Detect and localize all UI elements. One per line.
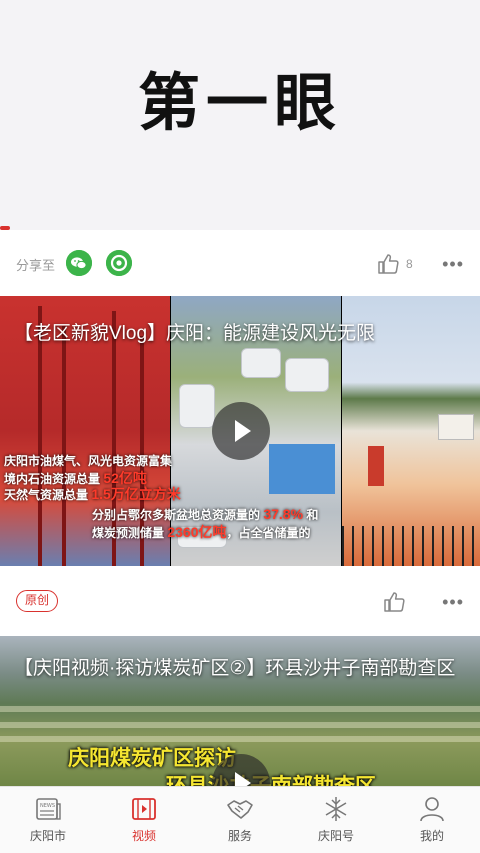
moments-share-button[interactable] [106, 250, 132, 276]
video-caption: 煤炭预测储量 2360亿吨，占全省储量的 [92, 524, 311, 540]
video-title: 【庆阳视频·探访煤炭矿区②】环县沙井子南部勘查区 [14, 658, 456, 679]
like-icon[interactable] [376, 252, 400, 276]
tab-label: 视频 [131, 829, 156, 843]
tab-qingyang-city[interactable]: NEWS 庆阳市 [0, 787, 96, 853]
svg-text:NEWS: NEWS [40, 803, 55, 809]
video-card-1[interactable]: 【老区新貌Vlog】庆阳：能源建设风光无限 庆阳市油煤气、风光电资源富集 境内石… [0, 296, 480, 566]
video-overlay-text: 庆阳煤炭矿区探访 [68, 747, 236, 770]
video-caption: 天然气资源总量 1.5万亿立方米 [4, 486, 181, 502]
video-card-2[interactable]: 【庆阳视频·探访煤炭矿区②】环县沙井子南部勘查区 庆阳煤炭矿区探访 环县沙井子南… [0, 636, 480, 786]
like-count: 8 [406, 257, 413, 271]
tab-service[interactable]: 服务 [192, 787, 288, 853]
tab-label: 庆阳号 [317, 829, 354, 843]
wechat-icon [66, 250, 92, 276]
moments-icon [106, 250, 132, 276]
tab-label: 庆阳市 [29, 829, 66, 843]
video-overlay-text: 环县沙井子南部勘查区 [166, 770, 376, 786]
header: 第一眼 [0, 0, 480, 230]
like-icon[interactable] [382, 590, 406, 614]
tab-label: 我的 [419, 829, 444, 843]
tab-label: 服务 [227, 829, 252, 843]
share-label: 分享至 [16, 258, 56, 273]
profile-icon [420, 797, 444, 822]
more-icon[interactable]: ••• [442, 254, 464, 275]
video-caption: 庆阳市油煤气、风光电资源富集 [4, 454, 173, 468]
handshake-icon [227, 800, 253, 819]
wechat-share-button[interactable] [66, 250, 92, 276]
tab-qingyang-account[interactable]: 庆阳号 [288, 787, 384, 853]
more-icon[interactable]: ••• [442, 592, 464, 613]
page: 第一眼 分享至 8 ••• 【老区新貌Vlog】庆阳：能源建设风光无限 庆阳市油… [0, 0, 480, 853]
card-meta-bar: 原创 ••• [0, 566, 480, 636]
tab-video[interactable]: 视频 [96, 787, 192, 853]
tab-mine[interactable]: 我的 [384, 787, 480, 853]
play-button[interactable] [212, 402, 270, 460]
video-icon [132, 798, 156, 820]
bottom-tab-bar: NEWS 庆阳市 视频 服务 庆阳号 我的 [0, 786, 480, 853]
news-icon: NEWS [36, 798, 61, 820]
video-title: 【老区新貌Vlog】庆阳：能源建设风光无限 [14, 323, 376, 344]
original-badge: 原创 [16, 590, 59, 612]
share-bar: 分享至 8 ••• [0, 230, 480, 296]
video-caption: 分别占鄂尔多斯盆地总资源量的 37.8% 和 [92, 506, 319, 522]
snowflake-icon [325, 797, 347, 821]
page-title: 第一眼 [137, 66, 342, 139]
